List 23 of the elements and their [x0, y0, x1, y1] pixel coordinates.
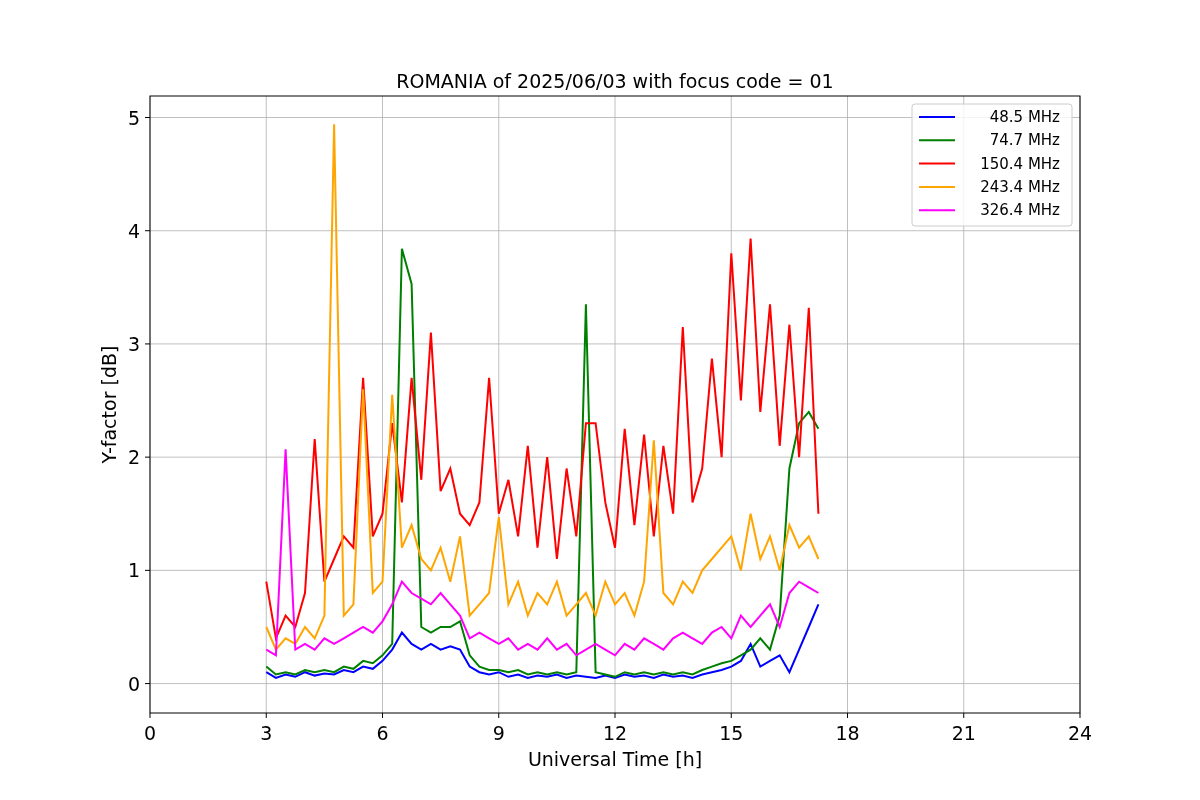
y-tick-label: 0 — [127, 672, 140, 695]
x-axis-label: Universal Time [h] — [527, 748, 703, 770]
x-tick-label: 12 — [602, 722, 628, 744]
y-axis-label: Y-factor [dB] — [98, 345, 120, 464]
x-tick-label: 9 — [492, 722, 505, 744]
x-tick-label: 18 — [835, 722, 860, 744]
y-tick-label: 1 — [127, 559, 140, 582]
x-tick-label: 3 — [260, 722, 273, 744]
legend-label: 326.4 MHz — [980, 201, 1060, 220]
legend-label: 150.4 MHz — [980, 154, 1060, 173]
x-tick-label: 21 — [951, 722, 976, 744]
x-tick-label: 6 — [376, 722, 389, 744]
y-tick-label: 2 — [127, 446, 140, 469]
x-tick-label: 0 — [143, 722, 157, 744]
legend-label: 243.4 MHz — [980, 177, 1060, 196]
x-tick-label: 24 — [1067, 722, 1093, 744]
chart-title: ROMANIA of 2025/06/03 with focus code = 01 — [396, 70, 834, 92]
legend-label: 74.7 MHz — [989, 131, 1060, 150]
x-tick-label: 15 — [719, 722, 744, 744]
y-tick-label: 4 — [127, 219, 140, 242]
y-tick-label: 5 — [127, 106, 140, 129]
y-tick-label: 3 — [127, 332, 140, 355]
legend-label: 48.5 MHz — [989, 108, 1060, 126]
